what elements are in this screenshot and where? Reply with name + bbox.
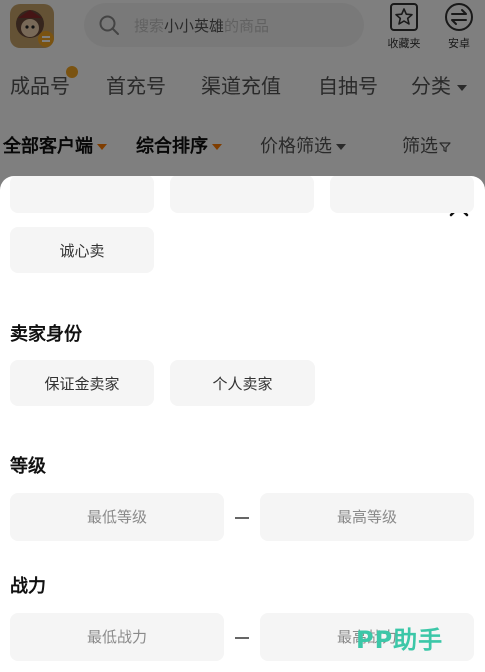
option-chip[interactable] bbox=[170, 176, 314, 213]
range-separator bbox=[235, 637, 249, 639]
option-chip[interactable] bbox=[330, 176, 474, 213]
pp-assistant-watermark: PP助手 bbox=[356, 626, 444, 654]
power-section-title: 战力 bbox=[10, 576, 46, 597]
option-sincere-sell[interactable]: 诚心卖 bbox=[10, 227, 154, 273]
seller-section-title: 卖家身份 bbox=[10, 324, 82, 345]
min-level-input[interactable] bbox=[10, 493, 224, 541]
range-separator bbox=[235, 517, 249, 519]
option-deposit-seller[interactable]: 保证金卖家 bbox=[10, 360, 154, 406]
filter-sheet: 诚心卖 卖家身份 保证金卖家 个人卖家 等级 战力 bbox=[0, 176, 485, 672]
level-section-title: 等级 bbox=[10, 456, 46, 477]
min-power-input[interactable] bbox=[10, 613, 224, 661]
max-level-input[interactable] bbox=[260, 493, 474, 541]
option-personal-seller[interactable]: 个人卖家 bbox=[170, 360, 315, 406]
option-chip[interactable] bbox=[10, 176, 154, 213]
